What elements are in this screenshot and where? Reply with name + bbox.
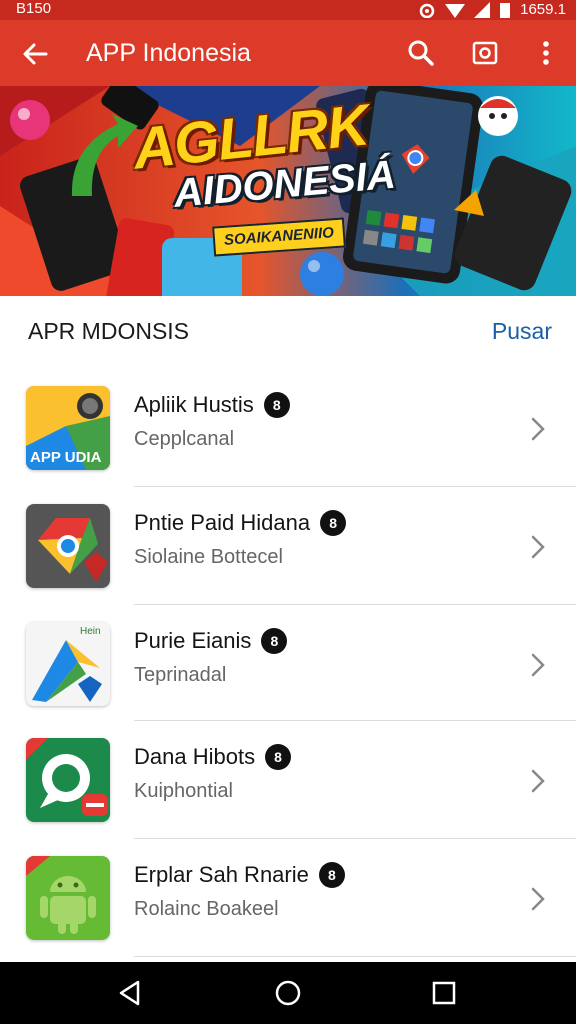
- back-arrow-icon[interactable]: [20, 39, 50, 69]
- nav-back-icon[interactable]: [116, 979, 144, 1007]
- list-item[interactable]: Pntie Paid Hidana 8 Siolaine Bottecel: [0, 488, 576, 606]
- app-subtitle: Kuiphontial: [134, 780, 233, 802]
- chevron-right-icon: [531, 769, 545, 793]
- status-bar: B150 1659.1: [0, 0, 576, 20]
- system-nav-bar: [0, 962, 576, 1024]
- divider: [134, 486, 576, 487]
- app-icon-4: [26, 738, 110, 822]
- verified-badge-icon: 8: [318, 862, 345, 888]
- app-name: Purie Eianis: [134, 628, 252, 653]
- divider: [134, 838, 576, 839]
- promo-banner[interactable]: AGLLRK AIDONESIÁ SOAIKANENIIO: [0, 86, 576, 296]
- verified-badge-icon: 8: [263, 392, 290, 418]
- app-subtitle: Siolaine Bottecel: [134, 546, 283, 568]
- alarm-icon: [419, 3, 435, 18]
- app-bar: APP Indonesia: [0, 20, 576, 86]
- app-icon-1-label: APP UDIA: [30, 449, 102, 466]
- app-name: Apliik Hustis: [134, 392, 254, 417]
- chevron-right-icon: [531, 887, 545, 911]
- nav-home-icon[interactable]: [274, 979, 302, 1007]
- list-item[interactable]: Erplar Sah Rnarie 8 Rolainc Boakeel: [0, 840, 576, 958]
- divider: [134, 720, 576, 721]
- section-title: APR MDONSIS: [28, 318, 190, 344]
- verified-badge-icon: 8: [265, 744, 292, 770]
- app-subtitle: Teprinadal: [134, 664, 227, 686]
- app-icon-2: [26, 504, 110, 588]
- nav-recents-icon[interactable]: [430, 979, 458, 1007]
- camera-icon[interactable]: [471, 39, 499, 67]
- status-icons: 1659.1: [418, 0, 566, 20]
- app-subtitle: Cepplcanal: [134, 428, 235, 450]
- signal-icon: [474, 2, 491, 18]
- app-icon-5: [26, 856, 110, 940]
- divider: [134, 604, 576, 605]
- list-item[interactable]: Hein Purie Eianis 8 Teprinadal: [0, 606, 576, 724]
- wifi-icon: [445, 4, 466, 18]
- divider: [134, 956, 576, 957]
- chevron-right-icon: [531, 653, 545, 677]
- verified-badge-icon: 8: [261, 628, 288, 654]
- search-icon[interactable]: [407, 39, 435, 67]
- app-icon-3-label: Hein: [80, 626, 101, 637]
- chevron-right-icon: [531, 417, 545, 441]
- page-title: APP Indonesia: [86, 39, 251, 67]
- list-item[interactable]: APP UDIA Apliik Hustis 8 Cepplcanal: [0, 370, 576, 488]
- app-name: Dana Hibots: [134, 744, 256, 769]
- app-icon-1: APP UDIA: [26, 386, 110, 470]
- status-carrier: B150: [16, 0, 52, 17]
- more-vert-icon[interactable]: [532, 39, 560, 67]
- app-subtitle: Rolainc Boakeel: [134, 898, 279, 920]
- battery-icon: [500, 3, 511, 18]
- verified-badge-icon: 8: [320, 510, 347, 536]
- app-icon-3: Hein: [26, 622, 110, 706]
- section-action-link[interactable]: Pusar: [492, 318, 552, 345]
- app-name: Erplar Sah Rnarie: [134, 862, 309, 887]
- app-name: Pntie Paid Hidana: [134, 510, 311, 535]
- chevron-right-icon: [531, 535, 545, 559]
- status-time: 1659.1: [520, 1, 566, 18]
- list-item[interactable]: Dana Hibots 8 Kuiphontial: [0, 722, 576, 840]
